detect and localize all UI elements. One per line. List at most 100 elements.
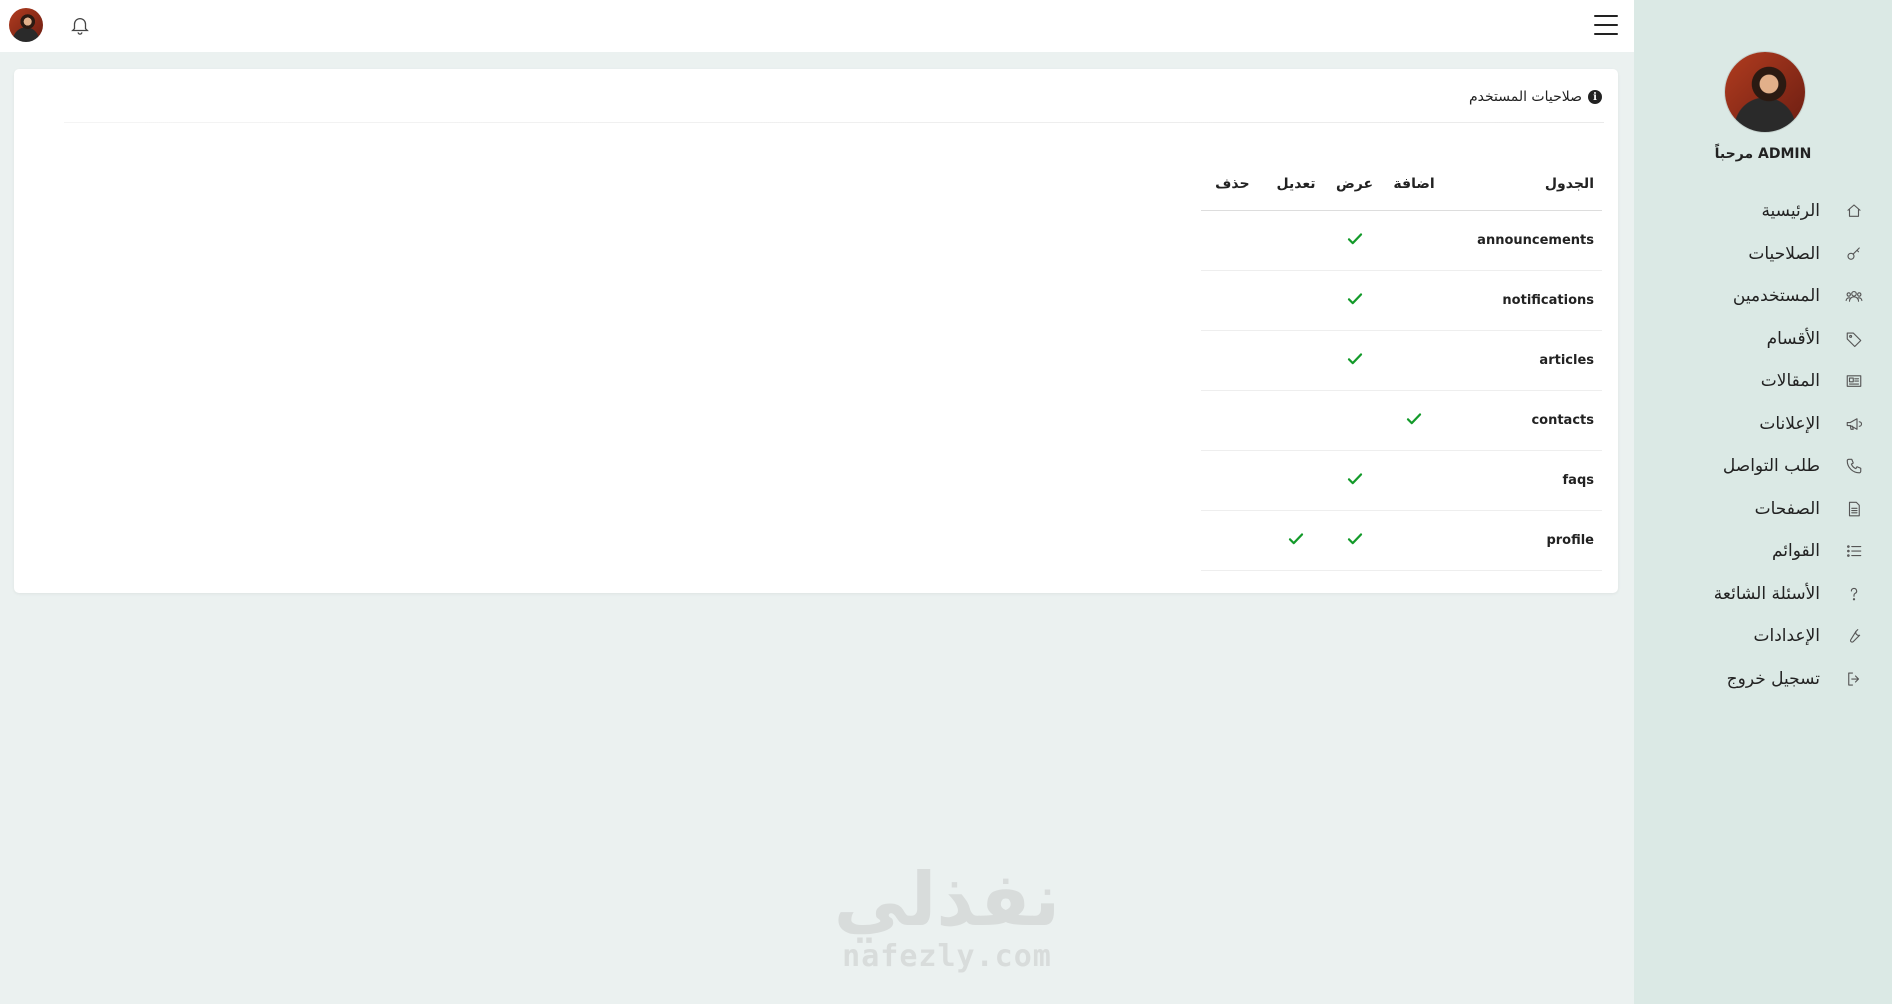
list-icon — [1844, 541, 1864, 561]
table-header-row: الجدول اضافة عرض تعديل حذف — [1201, 158, 1602, 211]
permissions-table: الجدول اضافة عرض تعديل حذف announcements… — [1201, 158, 1602, 571]
newspaper-icon — [1844, 371, 1864, 391]
info-icon: i — [1588, 90, 1602, 104]
cell-edit — [1263, 390, 1329, 451]
sidebar-item-label: القوائم — [1771, 541, 1820, 562]
tag-icon — [1844, 329, 1864, 349]
megaphone-icon — [1844, 414, 1864, 434]
sidebar-item-tag[interactable]: الأقسام — [1634, 318, 1892, 361]
cell-delete — [1201, 450, 1264, 511]
sidebar-item-home[interactable]: الرئيسية — [1634, 190, 1892, 233]
sidebar-item-wrench[interactable]: الإعدادات — [1634, 615, 1892, 658]
sidebar-item-users[interactable]: المستخدمين — [1634, 275, 1892, 318]
cell-delete — [1201, 390, 1264, 451]
check-icon — [1346, 290, 1364, 308]
welcome-text: مرحباً ADMIN — [1714, 146, 1812, 162]
header-delete: حذف — [1201, 158, 1264, 211]
cell-table-name: announcements — [1447, 210, 1602, 271]
check-icon — [1346, 530, 1364, 548]
card-header: i صلاحيات المستخدم — [1469, 87, 1602, 107]
cell-add — [1380, 390, 1448, 451]
cell-table-name: profile — [1447, 510, 1602, 571]
table-row: faqs — [1201, 450, 1602, 511]
sidebar-item-label: تسجيل خروج — [1726, 668, 1820, 689]
sidebar-item-phone[interactable]: طلب التواصل — [1634, 445, 1892, 488]
check-icon — [1346, 470, 1364, 488]
card-divider — [64, 122, 1604, 123]
users-icon — [1844, 286, 1864, 306]
cell-add — [1380, 270, 1448, 331]
question-icon — [1844, 584, 1864, 604]
cell-table-name: contacts — [1447, 390, 1602, 451]
card-title: صلاحيات المستخدم — [1468, 89, 1582, 105]
table-row: profile — [1201, 510, 1602, 571]
table-row: announcements — [1201, 210, 1602, 271]
sidebar: مرحباً ADMIN الرئيسية الصلاحيات المستخدمين… — [1634, 0, 1892, 1004]
cell-view — [1328, 210, 1381, 271]
cell-delete — [1201, 270, 1264, 331]
top-bar — [0, 0, 1634, 52]
cell-edit — [1263, 270, 1329, 331]
sidebar-item-label: الرئيسية — [1761, 201, 1820, 222]
sidebar-item-file[interactable]: الصفحات — [1634, 488, 1892, 531]
watermark-latin: nafezly.com — [842, 939, 1052, 974]
check-icon — [1346, 350, 1364, 368]
permissions-card: i صلاحيات المستخدم الجدول اضافة عرض تعدي… — [14, 69, 1618, 593]
sidebar-item-megaphone[interactable]: الإعلانات — [1634, 403, 1892, 446]
cell-view — [1328, 270, 1381, 331]
sidebar-item-label: الصفحات — [1754, 498, 1820, 519]
key-icon — [1844, 244, 1864, 264]
table-row: notifications — [1201, 270, 1602, 331]
cell-add — [1380, 330, 1448, 391]
sidebar-menu: الرئيسية الصلاحيات المستخدمين الأقسام المقال… — [1634, 190, 1892, 700]
file-icon — [1844, 499, 1864, 519]
sidebar-item-label: الإعلانات — [1759, 413, 1820, 434]
header-add: اضافة — [1380, 158, 1448, 211]
cell-edit — [1263, 450, 1329, 511]
home-icon — [1844, 201, 1864, 221]
cell-view — [1328, 510, 1381, 571]
table-row: articles — [1201, 330, 1602, 391]
cell-add — [1380, 510, 1448, 571]
check-icon — [1405, 410, 1423, 428]
cell-edit — [1263, 510, 1329, 571]
wrench-icon — [1844, 626, 1864, 646]
cell-table-name: faqs — [1447, 450, 1602, 511]
cell-add — [1380, 450, 1448, 511]
cell-table-name: notifications — [1447, 270, 1602, 331]
check-icon — [1287, 530, 1305, 548]
sidebar-item-newspaper[interactable]: المقالات — [1634, 360, 1892, 403]
cell-edit — [1263, 330, 1329, 391]
check-icon — [1346, 230, 1364, 248]
sidebar-item-list[interactable]: القوائم — [1634, 530, 1892, 573]
watermark-arabic: نفذلي — [833, 857, 1062, 943]
table-row: contacts — [1201, 390, 1602, 451]
sidebar-item-label: الأسئلة الشائعة — [1713, 583, 1820, 604]
logout-icon — [1844, 669, 1864, 689]
sidebar-avatar — [1725, 52, 1805, 132]
cell-add — [1380, 210, 1448, 271]
bell-icon[interactable] — [69, 14, 91, 36]
header-view: عرض — [1328, 158, 1381, 211]
sidebar-item-label: الصلاحيات — [1748, 243, 1820, 264]
sidebar-item-label: المقالات — [1760, 371, 1820, 392]
watermark: نفذلي nafezly.com — [832, 860, 1062, 980]
cell-table-name: articles — [1447, 330, 1602, 391]
header-edit: تعديل — [1263, 158, 1329, 211]
sidebar-item-question[interactable]: الأسئلة الشائعة — [1634, 573, 1892, 616]
sidebar-item-label: الإعدادات — [1753, 626, 1820, 647]
cell-delete — [1201, 210, 1264, 271]
user-avatar[interactable] — [9, 8, 43, 42]
sidebar-item-label: الأقسام — [1766, 328, 1820, 349]
header-table: الجدول — [1447, 158, 1602, 211]
sidebar-item-key[interactable]: الصلاحيات — [1634, 233, 1892, 276]
cell-view — [1328, 330, 1381, 391]
cell-edit — [1263, 210, 1329, 271]
sidebar-item-label: المستخدمين — [1732, 286, 1820, 307]
cell-view — [1328, 450, 1381, 511]
hamburger-menu-icon[interactable] — [1594, 15, 1618, 37]
cell-view — [1328, 390, 1381, 451]
sidebar-item-logout[interactable]: تسجيل خروج — [1634, 658, 1892, 701]
cell-delete — [1201, 330, 1264, 391]
cell-delete — [1201, 510, 1264, 571]
